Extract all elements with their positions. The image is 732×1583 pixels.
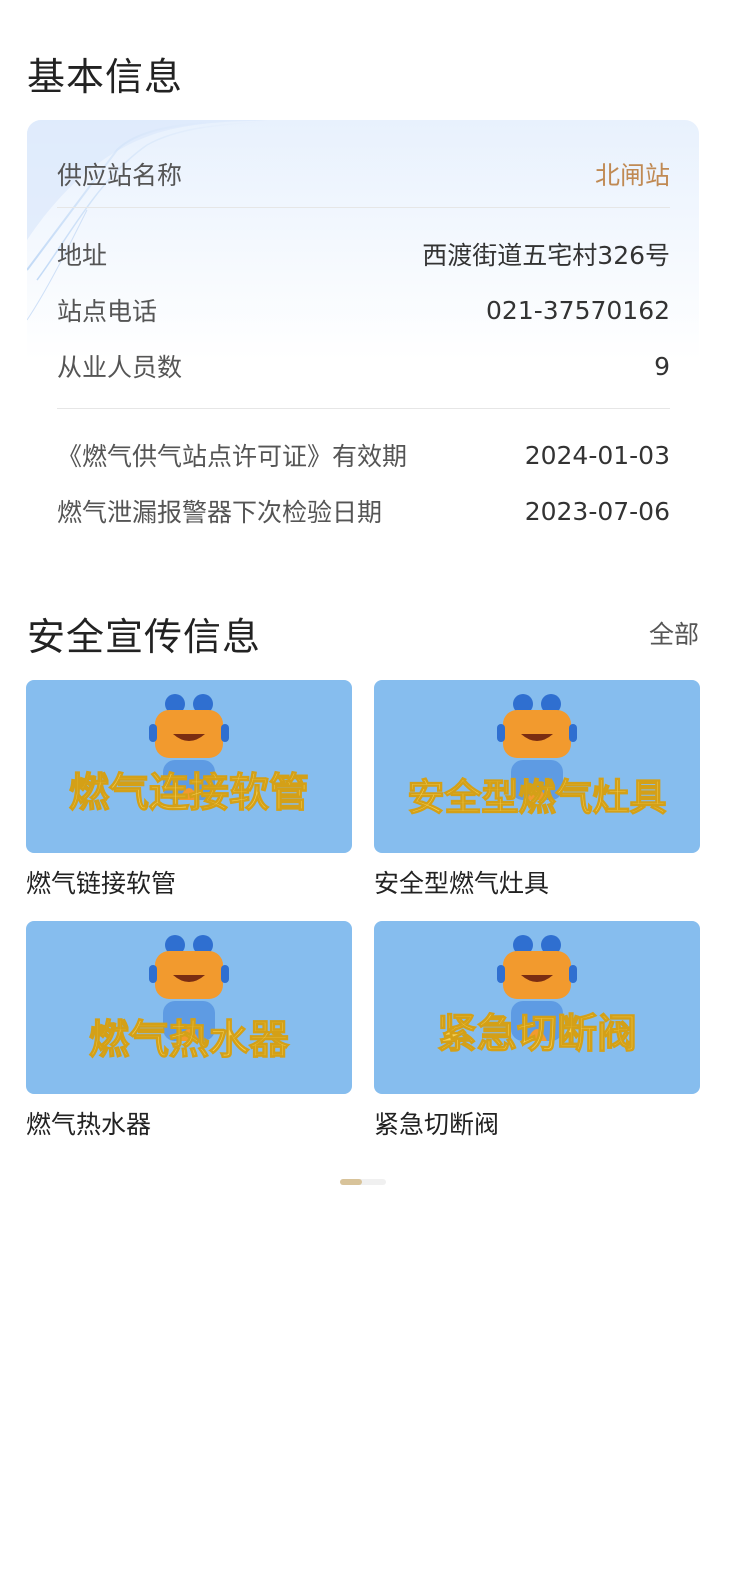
station-name-label: 供应站名称 xyxy=(57,161,183,190)
robot-illustration: 安全型燃气灶具 xyxy=(407,694,667,820)
tile-image-text: 安全型燃气灶具 xyxy=(408,776,667,819)
tile-image-text: 紧急切断阀 xyxy=(437,1011,637,1057)
address-label: 地址 xyxy=(57,241,108,270)
view-all-link[interactable]: 全部 xyxy=(649,615,699,651)
tile-image-text: 燃气热水器 xyxy=(89,1017,290,1063)
address-value: 西渡街道五宅村326号 xyxy=(422,241,670,270)
license-row: 《燃气供气站点许可证》有效期 2024-01-03 xyxy=(57,437,670,473)
alarm-label: 燃气泄漏报警器下次检验日期 xyxy=(57,498,383,527)
divider xyxy=(57,408,670,409)
robot-illustration: 燃气热水器 xyxy=(88,935,291,1064)
promo-tile[interactable]: 紧急切断阀 xyxy=(374,921,700,1094)
license-value: 2024-01-03 xyxy=(524,440,670,470)
robot-illustration: 紧急切断阀 xyxy=(436,935,638,1058)
tile-caption[interactable]: 紧急切断阀 xyxy=(374,1105,499,1141)
license-label: 《燃气供气站点许可证》有效期 xyxy=(57,442,408,471)
alarm-value: 2023-07-06 xyxy=(524,496,670,526)
promo-tile[interactable]: 安全型燃气灶具 xyxy=(374,680,700,853)
pager-active-indicator xyxy=(340,1179,362,1185)
carousel-pager xyxy=(340,1179,386,1185)
address-row: 地址 西渡街道五宅村326号 xyxy=(57,236,670,272)
staff-value: 9 xyxy=(654,351,670,381)
promo-tile[interactable]: 燃气热水器 xyxy=(26,921,352,1094)
basic-info-title: 基本信息 xyxy=(27,55,184,99)
basic-info-card: 供应站名称 北闸站 地址 西渡街道五宅村326号 站点电话 021-375701… xyxy=(27,120,699,548)
staff-label: 从业人员数 xyxy=(57,353,183,382)
phone-row: 站点电话 021-37570162 xyxy=(57,292,670,328)
phone-value[interactable]: 021-37570162 xyxy=(486,296,670,325)
robot-illustration: 燃气连接软管 xyxy=(68,694,310,817)
station-name-row: 供应站名称 北闸站 xyxy=(57,156,670,192)
station-name-value: 北闸站 xyxy=(594,161,670,190)
alarm-row: 燃气泄漏报警器下次检验日期 2023-07-06 xyxy=(57,493,670,529)
staff-row: 从业人员数 9 xyxy=(57,348,670,384)
tile-caption[interactable]: 安全型燃气灶具 xyxy=(374,864,549,900)
tile-caption[interactable]: 燃气热水器 xyxy=(26,1105,151,1141)
promo-tile[interactable]: 燃气连接软管 xyxy=(26,680,352,853)
phone-label: 站点电话 xyxy=(57,297,158,326)
tile-image-text: 燃气连接软管 xyxy=(69,770,309,816)
promo-title: 安全宣传信息 xyxy=(27,615,262,659)
divider xyxy=(57,207,670,208)
tile-caption[interactable]: 燃气链接软管 xyxy=(26,864,176,900)
